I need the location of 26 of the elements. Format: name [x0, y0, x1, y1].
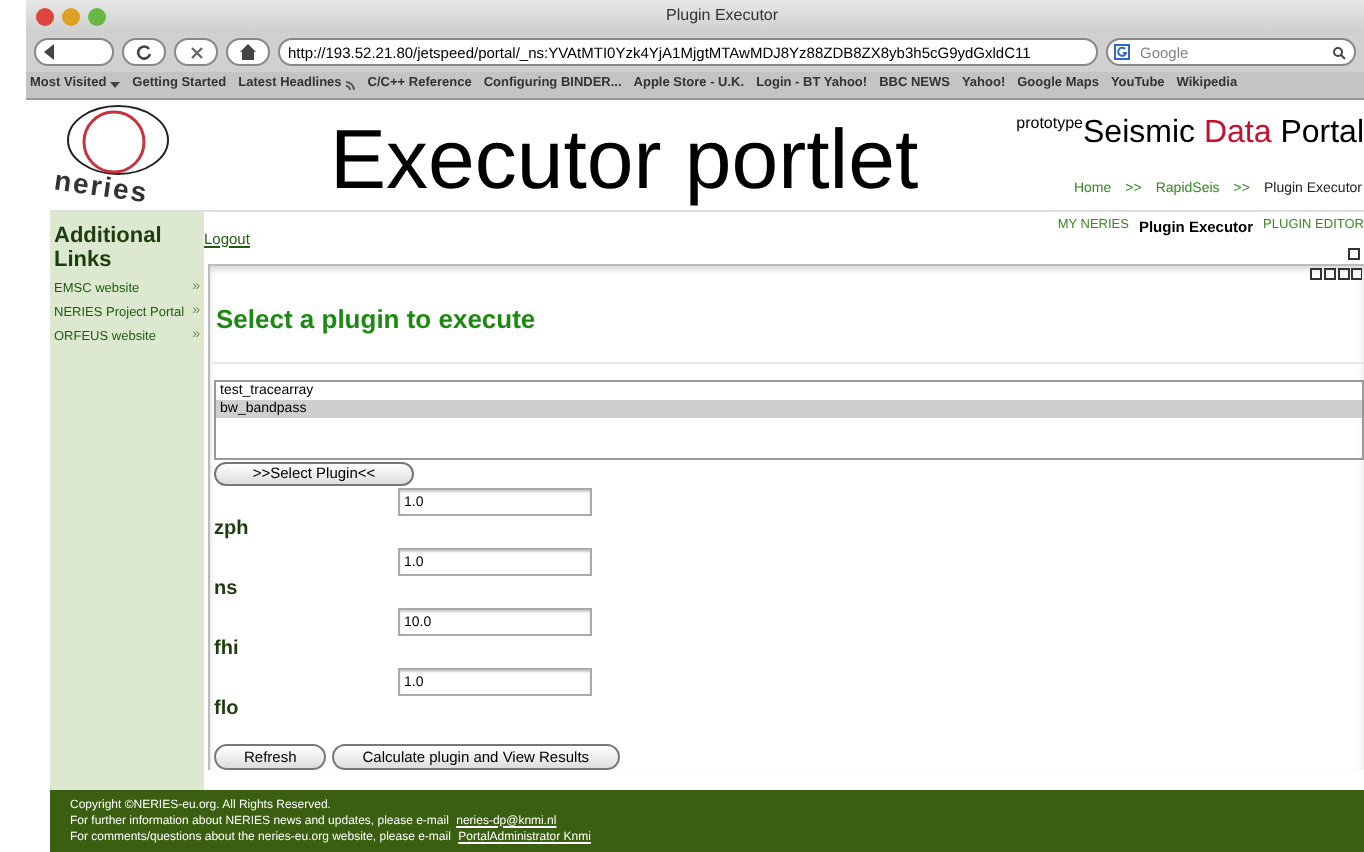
window-title: Plugin Executor [666, 4, 779, 29]
prototype-label: prototype [1016, 111, 1083, 135]
parameter-label: fhi [214, 636, 241, 664]
caret-icon [110, 79, 121, 90]
sidebar-title: Additional Links [54, 223, 164, 271]
close-icon [189, 45, 203, 60]
logo-text: neries [51, 160, 151, 212]
maximize-icon [1348, 247, 1360, 259]
parameter-label: flo [214, 696, 241, 724]
stop-button[interactable] [174, 38, 218, 67]
portal-title: Seismic Data Portal [1083, 115, 1364, 151]
window-controls-icon [1310, 267, 1362, 279]
home-button[interactable] [226, 38, 270, 67]
back-forward-button[interactable] [34, 38, 114, 67]
search-icon [1332, 46, 1346, 61]
home-icon [240, 44, 256, 61]
reload-icon [136, 44, 152, 61]
reload-button[interactable] [122, 38, 166, 67]
parameter-label: zph [214, 516, 251, 544]
search-engine-icon [1114, 44, 1130, 61]
overlay-title: Executor portlet [330, 109, 919, 209]
portlet-heading: Select a plugin to execute [216, 301, 538, 338]
back-arrow-icon [42, 44, 58, 61]
feed-icon [345, 79, 356, 90]
parameter-label: ns [214, 576, 240, 604]
close-window-button[interactable] [36, 7, 54, 26]
